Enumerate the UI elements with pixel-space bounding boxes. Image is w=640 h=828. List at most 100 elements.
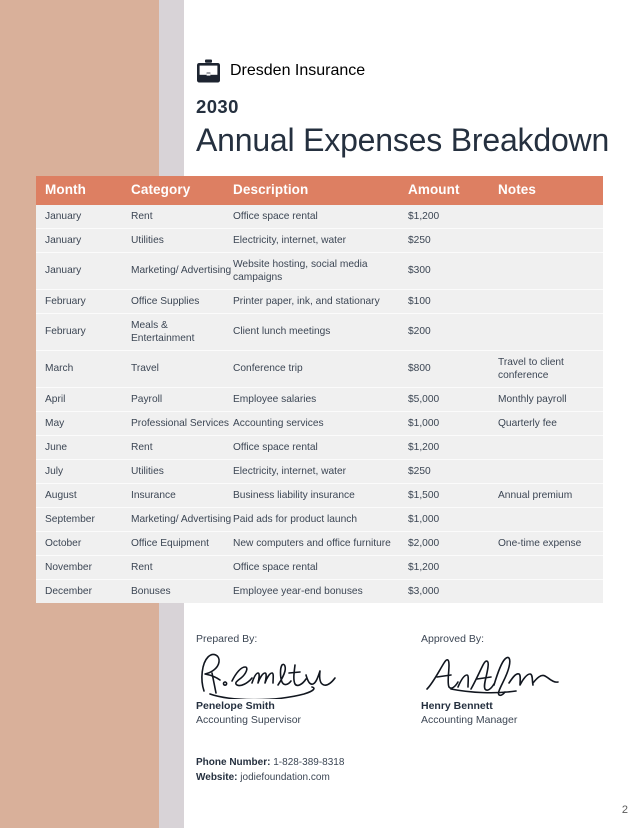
briefcase-icon <box>197 59 220 83</box>
cell-amount: $3,000 <box>408 579 498 604</box>
table-row[interactable]: January Rent Office space rental $1,200 <box>36 204 603 229</box>
brand-row: Dresden Insurance <box>196 55 616 87</box>
cell-month: February <box>36 313 131 351</box>
cell-category: Marketing/ Advertising <box>131 252 233 290</box>
contact-website-value[interactable]: jodiefoundation.com <box>240 772 330 783</box>
cell-description: Office space rental <box>233 204 408 229</box>
table-row[interactable]: April Payroll Employee salaries $5,000 Month… <box>36 387 603 412</box>
table-row[interactable]: December Bonuses Employee year-end bonuses… <box>36 579 603 604</box>
cell-notes <box>498 459 603 485</box>
column-header-month[interactable]: Month <box>36 176 131 205</box>
cell-month: April <box>36 387 131 412</box>
table-row[interactable]: July Utilities Electricity, internet, wate… <box>36 459 603 485</box>
cell-notes: Quarterly fee <box>498 411 603 437</box>
column-header-category[interactable]: Category <box>131 176 233 205</box>
cell-month: October <box>36 531 131 557</box>
cell-month: August <box>36 483 131 509</box>
signature-henry-bennett-icon <box>426 656 559 696</box>
cell-description: Conference trip <box>233 350 408 388</box>
cell-category: Utilities <box>131 459 233 485</box>
page-title: Annual Expenses Breakdown <box>196 121 610 158</box>
cell-amount: $100 <box>408 289 498 314</box>
cell-category: Bonuses <box>131 579 233 604</box>
cell-category: Utilities <box>131 228 233 253</box>
signature-block-approved-by: Approved By: Henry Bennett Accounting Ma… <box>421 634 616 727</box>
cell-month: March <box>36 350 131 388</box>
column-header-amount[interactable]: Amount <box>408 176 498 205</box>
contact-phone-label: Phone Number: <box>196 757 271 768</box>
cell-month: September <box>36 507 131 533</box>
cell-description: Employee year-end bonuses <box>233 579 408 604</box>
cell-description: New computers and office furniture <box>233 531 408 557</box>
cell-description: Website hosting, social media campaigns <box>233 252 408 290</box>
cell-description: Employee salaries <box>233 387 408 412</box>
signature-name-prepared-by: Penelope Smith <box>196 699 275 712</box>
cell-amount: $1,000 <box>408 411 498 437</box>
table-row[interactable]: January Marketing/ Advertising Website hos… <box>36 252 603 290</box>
cell-category: Payroll <box>131 387 233 412</box>
cell-amount: $1,200 <box>408 204 498 229</box>
column-header-notes[interactable]: Notes <box>498 176 603 205</box>
cell-month: May <box>36 411 131 437</box>
cell-amount: $800 <box>408 350 498 388</box>
cell-month: January <box>36 252 131 290</box>
cell-category: Marketing/ Advertising <box>131 507 233 533</box>
signature-label-prepared-by: Prepared By: <box>196 633 258 645</box>
cell-amount: $1,500 <box>408 483 498 509</box>
cell-category: Travel <box>131 350 233 388</box>
cell-category: Meals & Entertainment <box>131 313 233 351</box>
cell-amount: $200 <box>408 313 498 351</box>
table-row[interactable]: June Rent Office space rental $1,200 <box>36 435 603 461</box>
cell-category: Office Supplies <box>131 289 233 314</box>
cell-category: Professional Services <box>131 411 233 437</box>
column-header-description[interactable]: Description <box>233 176 408 205</box>
cell-month: January <box>36 228 131 253</box>
brand-name: Dresden Insurance <box>230 62 366 79</box>
contact-website-label: Website: <box>196 771 238 783</box>
table-row[interactable]: October Office Equipment New computers and… <box>36 531 603 557</box>
table-body: January Rent Office space rental $1,200 Janu… <box>36 204 603 604</box>
cell-category: Insurance <box>131 483 233 509</box>
page-number: 2 <box>621 804 628 816</box>
cell-notes: Annual premium <box>498 483 603 509</box>
signature-area: Prepared By: Penelope Smith Accounting S… <box>196 634 616 727</box>
signature-label-approved-by: Approved By: <box>421 633 485 645</box>
cell-month: January <box>36 204 131 229</box>
contact-phone: Phone Number: 1-828-389-8318 <box>196 756 344 771</box>
document-header: Dresden Insurance 2030 Annual Expenses B… <box>196 55 616 158</box>
cell-description: Office space rental <box>233 435 408 461</box>
cell-amount: $1,000 <box>408 507 498 533</box>
table-row[interactable]: September Marketing/ Advertising Paid ads … <box>36 507 603 533</box>
cell-notes <box>498 555 603 581</box>
cell-amount: $5,000 <box>408 387 498 412</box>
cell-notes <box>498 289 603 314</box>
cell-notes <box>498 252 603 290</box>
cell-amount: $2,000 <box>408 531 498 557</box>
cell-description: Printer paper, ink, and stationary <box>233 289 408 314</box>
cell-month: February <box>36 289 131 314</box>
table-row[interactable]: March Travel Conference trip $800 Travel to … <box>36 350 603 388</box>
cell-notes: Monthly payroll <box>498 387 603 412</box>
cell-month: July <box>36 459 131 485</box>
cell-description: Electricity, internet, water <box>233 459 408 485</box>
cell-amount: $250 <box>408 459 498 485</box>
table-row[interactable]: November Rent Office space rental $1,200 <box>36 555 603 581</box>
cell-notes: One-time expense <box>498 531 603 557</box>
cell-notes <box>498 435 603 461</box>
table-row[interactable]: May Professional Services Accounting servi… <box>36 411 603 437</box>
cell-description: Business liability insurance <box>233 483 408 509</box>
table-row[interactable]: February Meals & Entertainment Client lunc… <box>36 313 603 351</box>
table-row[interactable]: February Office Supplies Printer paper, in… <box>36 289 603 314</box>
cell-month: November <box>36 555 131 581</box>
cell-description: Accounting services <box>233 411 408 437</box>
table-row[interactable]: January Utilities Electricity, internet, w… <box>36 228 603 253</box>
cell-month: June <box>36 435 131 461</box>
cell-notes <box>498 313 603 351</box>
cell-notes <box>498 507 603 533</box>
cell-notes <box>498 204 603 229</box>
signature-penelope-smith-icon <box>201 653 336 699</box>
cell-category: Office Equipment <box>131 531 233 557</box>
cell-description: Office space rental <box>233 555 408 581</box>
cell-description: Paid ads for product launch <box>233 507 408 533</box>
table-row[interactable]: August Insurance Business liability insura… <box>36 483 603 509</box>
